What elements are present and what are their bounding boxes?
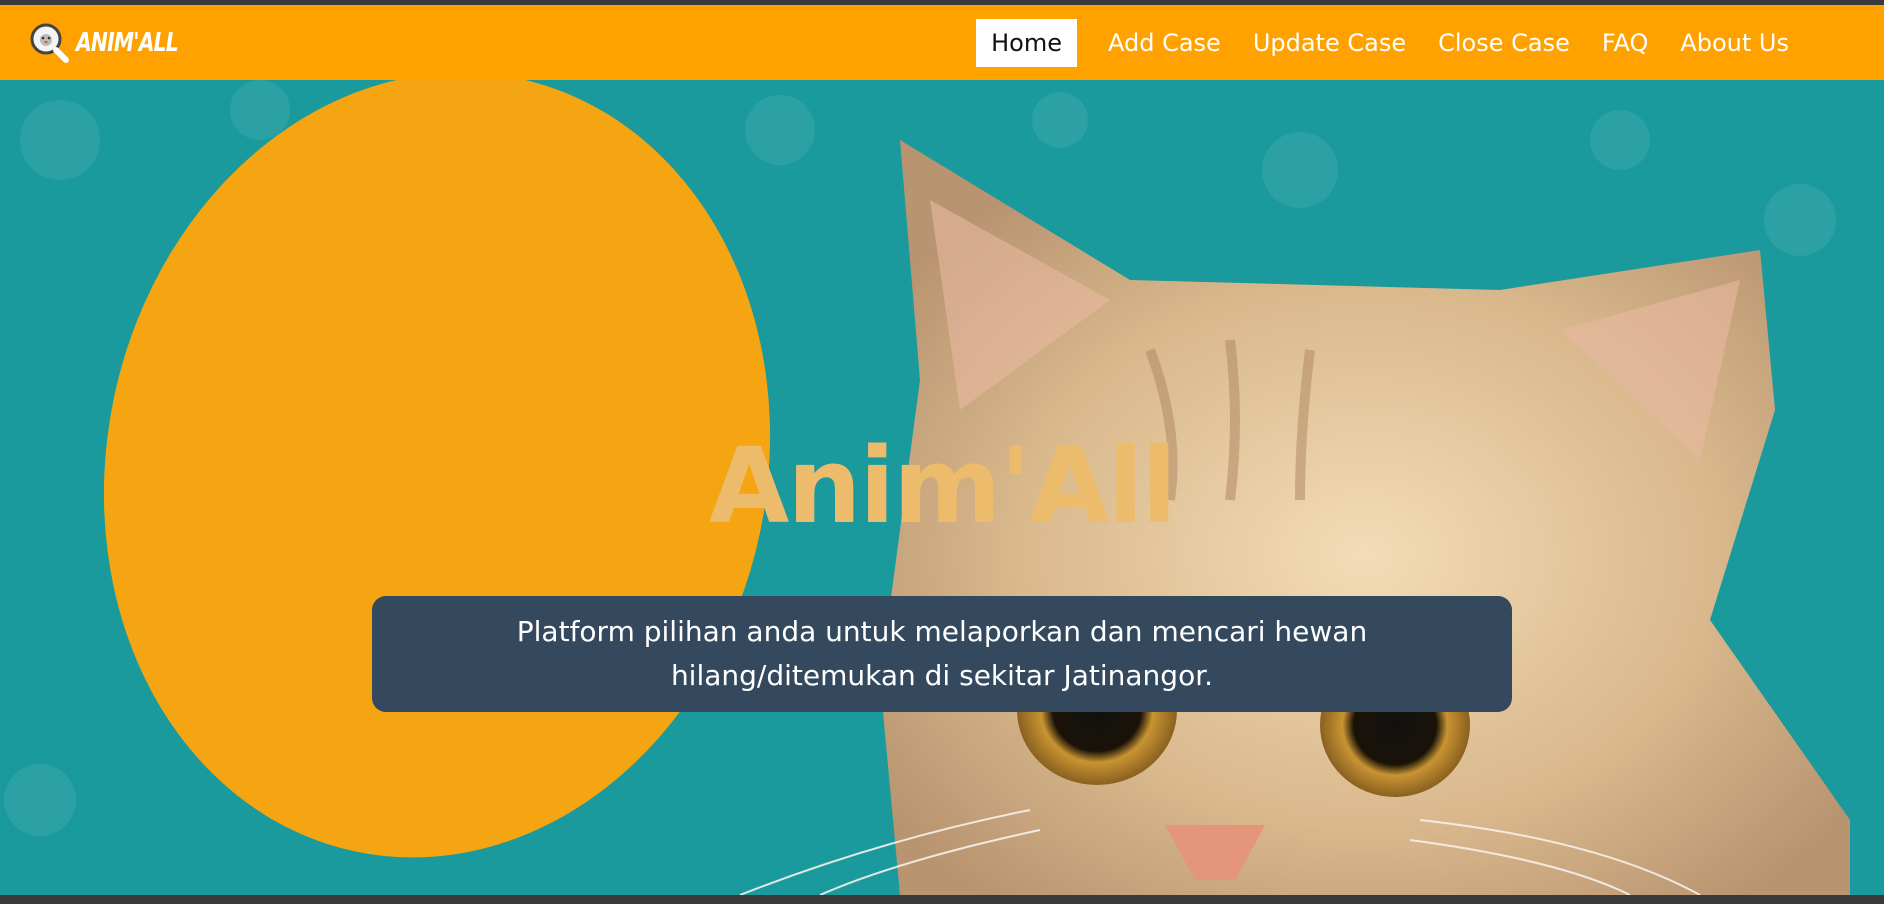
nav-faq[interactable]: FAQ	[1587, 19, 1664, 67]
brand-logo-text: ANIM'ALL	[76, 28, 179, 58]
nav-close-case[interactable]: Close Case	[1423, 19, 1585, 67]
brand-logo[interactable]: ANIM'ALL	[28, 19, 207, 67]
window-bottom-edge	[0, 895, 1884, 904]
hero-caption-text: Platform pilihan anda untuk melaporkan d…	[516, 615, 1368, 692]
nav-links: Home Add Case Update Case Close Case FAQ…	[976, 19, 1804, 67]
nav-home[interactable]: Home	[976, 19, 1077, 67]
magnifier-icon	[28, 21, 72, 65]
nav-update-case[interactable]: Update Case	[1238, 19, 1421, 67]
nav-add-case[interactable]: Add Case	[1093, 19, 1236, 67]
hero-caption-box: Platform pilihan anda untuk melaporkan d…	[372, 596, 1512, 712]
nav-about-us[interactable]: About Us	[1665, 19, 1804, 67]
hero-section: Anim'All Platform pilihan anda untuk mel…	[0, 80, 1884, 895]
hero-title: Anim'All	[708, 425, 1177, 547]
navbar: ANIM'ALL Home Add Case Update Case Close…	[0, 5, 1884, 80]
